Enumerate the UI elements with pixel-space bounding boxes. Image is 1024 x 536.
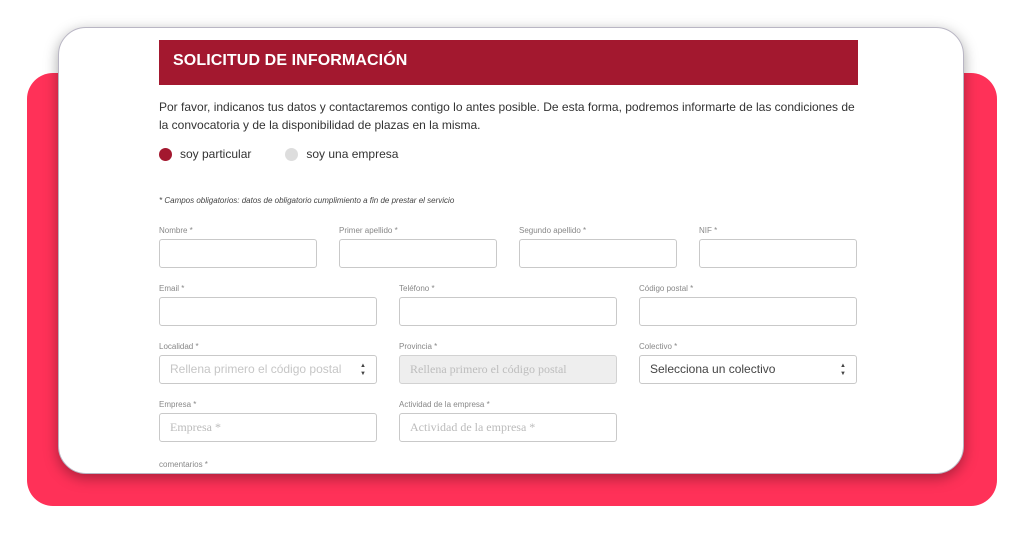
apellido1-input[interactable] <box>339 239 497 268</box>
form-card: SOLICITUD DE INFORMACIÓN Por favor, indi… <box>58 27 964 474</box>
apellido2-input[interactable] <box>519 239 677 268</box>
up-down-caret-icon: ▲ ▼ <box>840 363 846 377</box>
form-header: SOLICITUD DE INFORMACIÓN <box>159 40 858 85</box>
radio-particular-label: soy particular <box>180 147 252 161</box>
radio-particular[interactable]: soy particular <box>159 147 251 161</box>
nif-group: NIF * <box>699 226 857 268</box>
colectivo-group: Colectivo * Selecciona un colectivo ▲ ▼ <box>639 342 857 384</box>
colectivo-value: Selecciona un colectivo <box>650 362 776 376</box>
comentarios-group: comentarios * <box>159 460 377 473</box>
apellido1-group: Primer apellido * <box>339 226 497 268</box>
empresa-group: Empresa * Empresa * <box>159 400 377 442</box>
nombre-label: Nombre * <box>159 226 193 235</box>
localidad-value: Rellena primero el código postal <box>170 362 342 376</box>
colectivo-label: Colectivo * <box>639 342 678 351</box>
provincia-label: Provincia * <box>399 342 438 351</box>
provincia-group: Provincia * Rellena primero el código po… <box>399 342 617 384</box>
provincia-input: Rellena primero el código postal <box>399 355 617 384</box>
radio-empresa-label: soy una empresa <box>306 147 399 161</box>
empresa-label: Empresa * <box>159 400 197 409</box>
comentarios-label: comentarios * <box>159 460 208 469</box>
nombre-input[interactable] <box>159 239 317 268</box>
stage: SOLICITUD DE INFORMACIÓN Por favor, indi… <box>0 0 1024 536</box>
telefono-group: Teléfono * <box>399 284 617 326</box>
localidad-select[interactable]: Rellena primero el código postal ▲ ▼ <box>159 355 377 384</box>
apellido1-label: Primer apellido * <box>339 226 398 235</box>
telefono-input[interactable] <box>399 297 617 326</box>
nombre-group: Nombre * <box>159 226 317 268</box>
nif-input[interactable] <box>699 239 857 268</box>
colectivo-select[interactable]: Selecciona un colectivo ▲ ▼ <box>639 355 857 384</box>
actividad-input[interactable]: Actividad de la empresa * <box>399 413 617 442</box>
nif-label: NIF * <box>699 226 718 235</box>
radio-selected-icon <box>159 147 172 161</box>
cp-input[interactable] <box>639 297 857 326</box>
localidad-group: Localidad * Rellena primero el código po… <box>159 342 377 384</box>
cp-label: Código postal * <box>639 284 694 293</box>
email-group: Email * <box>159 284 377 326</box>
localidad-label: Localidad * <box>159 342 199 351</box>
actividad-label: Actividad de la empresa * <box>399 400 490 409</box>
telefono-label: Teléfono * <box>399 284 435 293</box>
email-input[interactable] <box>159 297 377 326</box>
up-down-caret-icon: ▲ ▼ <box>360 363 366 377</box>
intro-text: Por favor, indicanos tus datos y contact… <box>159 100 855 132</box>
apellido2-label: Segundo apellido * <box>519 226 587 235</box>
email-label: Email * <box>159 284 185 293</box>
radio-empresa[interactable]: soy una empresa <box>285 147 398 161</box>
radio-unselected-icon <box>285 147 299 161</box>
user-type-radios: soy particular soy una empresa <box>159 147 432 161</box>
apellido2-group: Segundo apellido * <box>519 226 677 268</box>
empresa-input[interactable]: Empresa * <box>159 413 377 442</box>
actividad-group: Actividad de la empresa * Actividad de l… <box>399 400 617 442</box>
required-note: * Campos obligatorios: datos de obligato… <box>159 196 455 205</box>
cp-group: Código postal * <box>639 284 857 326</box>
